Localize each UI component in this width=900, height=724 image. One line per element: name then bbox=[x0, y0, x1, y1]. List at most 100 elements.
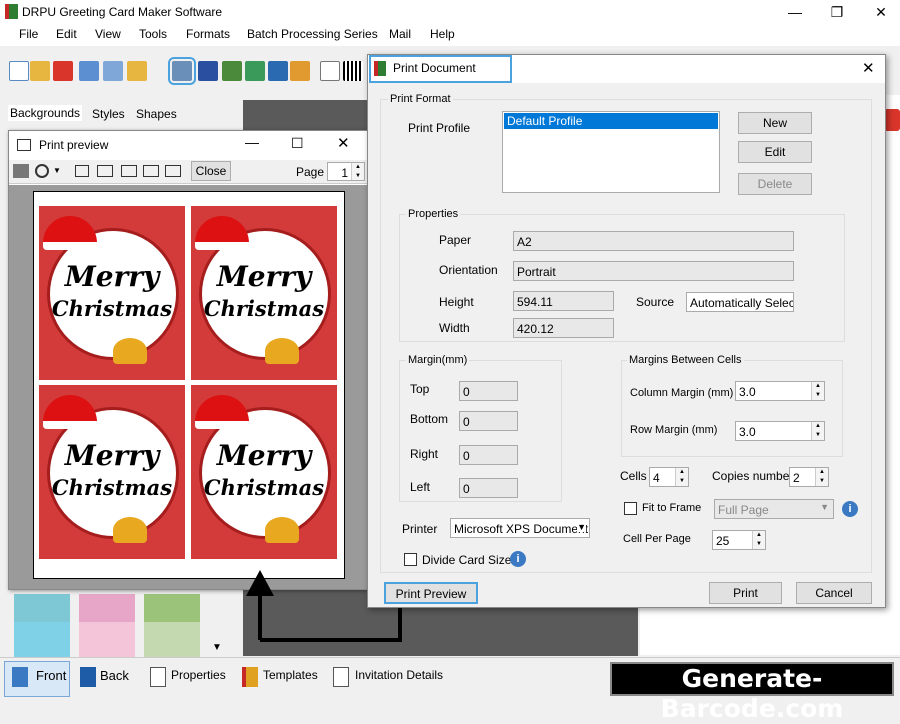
maximize-icon[interactable]: ❐ bbox=[822, 2, 852, 22]
menu-file[interactable]: File bbox=[19, 27, 38, 41]
templates-label[interactable]: Templates bbox=[263, 668, 318, 682]
tab-styles[interactable]: Styles bbox=[92, 107, 125, 121]
info-icon[interactable]: i bbox=[510, 551, 526, 567]
menu-view[interactable]: View bbox=[95, 27, 121, 41]
print-icon[interactable] bbox=[13, 164, 29, 178]
menu-batch-processing[interactable]: Batch Processing Series bbox=[247, 27, 378, 41]
save-icon[interactable] bbox=[79, 61, 99, 81]
new-icon[interactable] bbox=[9, 61, 29, 81]
tab-shapes[interactable]: Shapes bbox=[136, 107, 177, 121]
profile-list[interactable]: Default Profile bbox=[502, 111, 720, 193]
invitation-label[interactable]: Invitation Details bbox=[355, 668, 443, 682]
copies-input[interactable]: 2 ▲ ▼ bbox=[789, 467, 829, 487]
menu-edit[interactable]: Edit bbox=[56, 27, 77, 41]
card-text-merry: Merry bbox=[216, 260, 312, 293]
barcode-icon[interactable] bbox=[343, 61, 363, 81]
one-page-icon[interactable] bbox=[75, 165, 89, 177]
row-margin-label: Row Margin (mm) bbox=[630, 424, 718, 436]
two-page-icon[interactable] bbox=[97, 165, 113, 177]
column-margin-input[interactable]: 3.0 ▲ ▼ bbox=[735, 381, 825, 401]
fit-mode-select[interactable]: Full Page ▼ bbox=[714, 499, 834, 519]
templates-icon[interactable] bbox=[242, 667, 258, 687]
width-label: Width bbox=[439, 321, 470, 335]
properties-icon[interactable] bbox=[150, 667, 166, 687]
close-panel-icon[interactable] bbox=[884, 109, 900, 131]
printer-select[interactable]: Microsoft XPS Document Writer▼ bbox=[450, 518, 590, 538]
close-file-icon[interactable] bbox=[53, 61, 73, 81]
ruler-icon[interactable] bbox=[320, 61, 340, 81]
new-profile-button[interactable]: New bbox=[738, 112, 812, 134]
card-text-christmas: Christmas bbox=[203, 475, 325, 500]
invitation-icon[interactable] bbox=[333, 667, 349, 687]
bottom-field[interactable]: 0 bbox=[459, 411, 518, 431]
cell-per-page-input[interactable]: 25 ▲ ▼ bbox=[712, 530, 766, 550]
six-page-icon[interactable] bbox=[165, 165, 181, 177]
printer-label: Printer bbox=[402, 522, 438, 536]
save-as-icon[interactable] bbox=[103, 61, 123, 81]
toolbar bbox=[0, 56, 370, 94]
info-icon[interactable]: i bbox=[842, 501, 858, 517]
preview-close-button[interactable]: Close bbox=[191, 161, 231, 181]
menu-help[interactable]: Help bbox=[430, 27, 455, 41]
menu-formats[interactable]: Formats bbox=[186, 27, 230, 41]
delete-profile-button[interactable]: Delete bbox=[738, 173, 812, 195]
export-icon[interactable] bbox=[127, 61, 147, 81]
column-margin-label: Column Margin (mm) bbox=[630, 387, 734, 399]
fit-to-frame-checkbox[interactable] bbox=[624, 502, 637, 515]
zoom-icon[interactable] bbox=[35, 164, 49, 178]
right-field[interactable]: 0 bbox=[459, 445, 518, 465]
divide-card-label: Divide Card Size bbox=[422, 553, 512, 567]
copy-icon[interactable] bbox=[198, 61, 218, 81]
card-text-merry: Merry bbox=[64, 439, 160, 472]
back-label[interactable]: Back bbox=[100, 668, 129, 683]
bottom-label: Bottom bbox=[410, 412, 449, 426]
image-icon[interactable] bbox=[222, 61, 242, 81]
print-preview-window: Print preview — ☐ ✕ ▼ Close Page 1 ▲ ▼ Mer… bbox=[8, 130, 368, 590]
page-input[interactable]: 1 ▲ ▼ bbox=[327, 162, 365, 181]
close-icon[interactable]: ✕ bbox=[337, 134, 350, 152]
row-margin-input[interactable]: 3.0 ▲ ▼ bbox=[735, 421, 825, 441]
open-icon[interactable] bbox=[30, 61, 50, 81]
minimize-icon[interactable]: — bbox=[245, 134, 259, 150]
minimize-icon[interactable]: — bbox=[780, 2, 810, 22]
menu-mail[interactable]: Mail bbox=[389, 27, 411, 41]
properties-label[interactable]: Properties bbox=[171, 668, 226, 682]
edit-profile-button[interactable]: Edit bbox=[738, 141, 812, 163]
cancel-button[interactable]: Cancel bbox=[796, 582, 872, 604]
menu-tools[interactable]: Tools bbox=[139, 27, 167, 41]
tab-backgrounds[interactable]: Backgrounds bbox=[8, 105, 83, 121]
back-icon[interactable] bbox=[80, 667, 96, 687]
picture-icon[interactable] bbox=[245, 61, 265, 81]
background-swatch[interactable] bbox=[79, 622, 135, 658]
print-button[interactable]: Print bbox=[709, 582, 782, 604]
top-field[interactable]: 0 bbox=[459, 381, 518, 401]
width-field: 420.12 bbox=[513, 318, 614, 338]
cell-per-page-label: Cell Per Page bbox=[623, 533, 691, 545]
close-icon[interactable]: ✕ bbox=[866, 2, 896, 22]
close-icon[interactable]: ✕ bbox=[862, 59, 875, 77]
preview-toolbar: ▼ Close Page 1 ▲ ▼ bbox=[9, 160, 367, 184]
background-swatch[interactable] bbox=[14, 622, 70, 658]
three-page-icon[interactable] bbox=[121, 165, 137, 177]
divide-card-checkbox[interactable] bbox=[404, 553, 417, 566]
height-label: Height bbox=[439, 295, 474, 309]
zoom-dropdown-icon[interactable]: ▼ bbox=[53, 166, 61, 175]
source-field[interactable]: Automatically Select bbox=[686, 292, 794, 312]
profile-item[interactable]: Default Profile bbox=[504, 113, 718, 129]
menu-bar: File Edit View Tools Formats Batch Proce… bbox=[0, 24, 900, 46]
santa-hat-icon bbox=[195, 395, 249, 429]
paper-field: A2 bbox=[513, 231, 794, 251]
shapes-icon[interactable] bbox=[290, 61, 310, 81]
print-icon[interactable] bbox=[168, 57, 196, 85]
scroll-down-icon[interactable]: ▼ bbox=[212, 642, 222, 653]
four-page-icon[interactable] bbox=[143, 165, 159, 177]
title-highlight bbox=[369, 55, 512, 83]
maximize-icon[interactable]: ☐ bbox=[291, 135, 304, 152]
pen-icon[interactable] bbox=[268, 61, 288, 81]
left-field[interactable]: 0 bbox=[459, 478, 518, 498]
cells-input[interactable]: 4 ▲ ▼ bbox=[649, 467, 689, 487]
background-swatch[interactable] bbox=[144, 622, 200, 658]
card-text-christmas: Christmas bbox=[51, 475, 173, 500]
properties-legend: Properties bbox=[406, 208, 461, 220]
preview-title-bar: Print preview — ☐ ✕ bbox=[9, 131, 367, 159]
